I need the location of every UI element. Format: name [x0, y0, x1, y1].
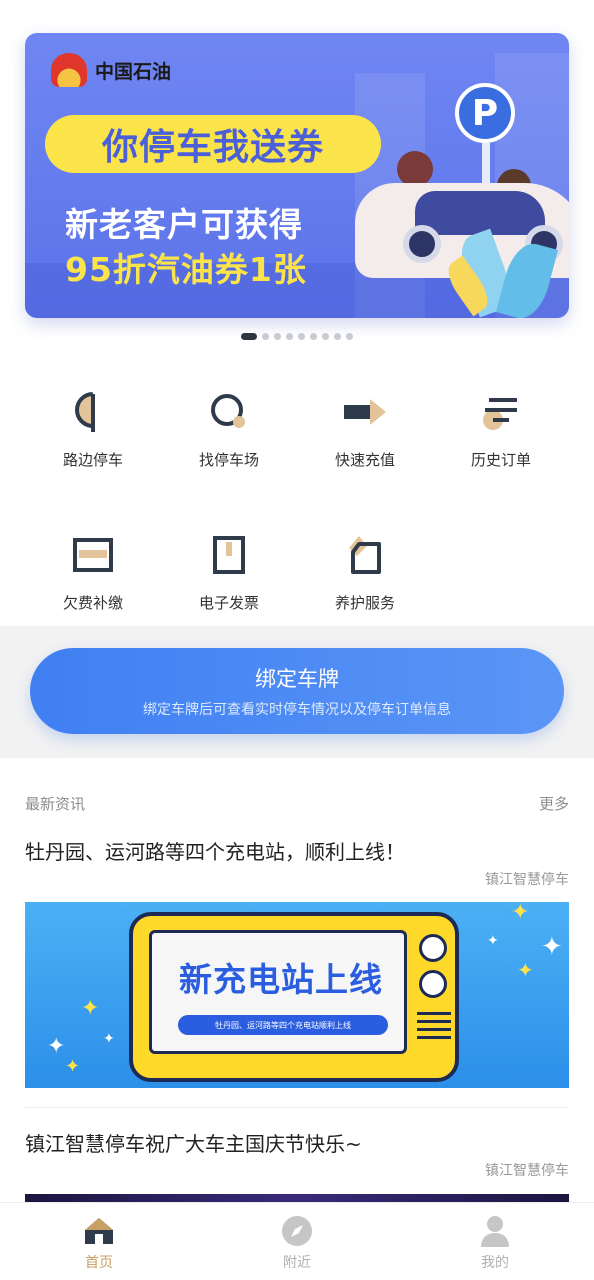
sparkle-icon: ✦ — [81, 996, 100, 1021]
news-header: 最新资讯 更多 — [25, 793, 569, 814]
order-history-icon — [474, 385, 528, 439]
bottom-tab-bar: 首页 附近 我的 — [0, 1202, 594, 1280]
news-more-link[interactable]: 更多 — [539, 793, 569, 814]
sparkle-icon: ✦ — [511, 902, 530, 925]
service-label: 欠费补缴 — [62, 594, 123, 612]
sparkle-icon: ✦ — [47, 1034, 66, 1059]
banner-pagination[interactable] — [0, 333, 594, 340]
quick-recharge-icon — [338, 385, 392, 439]
e-invoice-icon — [202, 528, 256, 582]
petrochina-brand: 中国石油 — [51, 53, 171, 87]
tab-label: 我的 — [481, 1255, 509, 1271]
news-item-title[interactable]: 牡丹园、运河路等四个充电站，顺利上线！ — [25, 836, 405, 865]
tv-knob-icon — [419, 934, 447, 962]
service-roadside-parking[interactable]: 路边停车 — [25, 385, 161, 470]
tab-nearby[interactable]: 附近 — [198, 1203, 396, 1280]
pagination-dot[interactable] — [346, 333, 353, 340]
sparkle-icon: ✦ — [487, 933, 499, 949]
sparkle-icon: ✦ — [65, 1056, 81, 1077]
pagination-dot[interactable] — [262, 333, 269, 340]
home-icon — [82, 1215, 116, 1247]
tab-profile[interactable]: 我的 — [396, 1203, 594, 1280]
news-image-subtitle: 牡丹园、运河路等四个充电站顺利上线 — [178, 1015, 388, 1035]
bind-plate-subtitle: 绑定车牌后可查看实时停车情况以及停车订单信息 — [143, 702, 451, 718]
service-arrears-payment[interactable]: 欠费补缴 — [25, 528, 161, 613]
news-item-source: 镇江智慧停车 — [485, 1163, 569, 1179]
tv-grill — [417, 1020, 451, 1023]
service-grid: 路边停车 找停车场 快速充值 历史订单 欠费补缴 电子发票 养护服务 — [25, 385, 569, 613]
car-wheel-icon — [403, 225, 441, 263]
pagination-dot[interactable] — [322, 333, 329, 340]
pagination-dot[interactable] — [274, 333, 281, 340]
bind-plate-button[interactable]: 绑定车牌 绑定车牌后可查看实时停车情况以及停车订单信息 — [30, 648, 564, 734]
service-label: 电子发票 — [198, 594, 259, 612]
tv-grill — [417, 1012, 451, 1015]
service-quick-recharge[interactable]: 快速充值 — [297, 385, 433, 470]
tab-label: 附近 — [283, 1255, 311, 1271]
app-home-page: 中国石油 你停车我送券 新老客户可获得 95折汽油券1张 P 路边停车 找停车场… — [0, 0, 594, 1280]
sparkle-icon: ✦ — [541, 932, 563, 962]
service-maintenance[interactable]: 养护服务 — [297, 528, 433, 613]
arrears-payment-icon — [66, 528, 120, 582]
tab-label: 首页 — [85, 1255, 113, 1271]
tv-illustration: 新充电站上线 牡丹园、运河路等四个充电站顺利上线 — [129, 912, 459, 1082]
find-parking-icon — [202, 385, 256, 439]
tab-home[interactable]: 首页 — [0, 1203, 198, 1280]
compass-icon — [280, 1215, 314, 1247]
user-icon — [478, 1215, 512, 1247]
service-find-parking[interactable]: 找停车场 — [161, 385, 297, 470]
tv-knob-icon — [419, 970, 447, 998]
pagination-dot[interactable] — [298, 333, 305, 340]
service-order-history[interactable]: 历史订单 — [433, 385, 569, 470]
tv-grill — [417, 1036, 451, 1039]
news-item-title[interactable]: 镇江智慧停车祝广大车主国庆节快乐~ — [25, 1128, 362, 1157]
sparkle-icon: ✦ — [517, 958, 534, 982]
pagination-dot[interactable] — [310, 333, 317, 340]
news-section-title: 最新资讯 — [25, 795, 86, 813]
tv-grill — [417, 1028, 451, 1031]
news-image-title: 新充电站上线 — [179, 960, 383, 999]
service-e-invoice[interactable]: 电子发票 — [161, 528, 297, 613]
pagination-dot-active[interactable] — [241, 333, 257, 340]
news-item-image[interactable]: ✦ ✦ ✦ ✦ ✦ ✦ ✦ ✦ 新充电站上线 牡丹园、运河路等四个充电站顺利上线 — [25, 902, 569, 1088]
bind-plate-section: 绑定车牌 绑定车牌后可查看实时停车情况以及停车订单信息 — [0, 626, 594, 758]
petrochina-logo-icon — [51, 53, 87, 87]
car-window-illustration — [415, 191, 545, 235]
promo-line-2: 95折汽油券1张 — [65, 250, 307, 289]
service-label: 历史订单 — [470, 451, 531, 469]
parking-sign-icon: P — [455, 83, 515, 143]
maintenance-service-icon — [338, 528, 392, 582]
bind-plate-title: 绑定车牌 — [255, 667, 339, 691]
service-label: 养护服务 — [334, 594, 395, 612]
slogan-pill: 你停车我送券 — [45, 115, 381, 173]
brand-name: 中国石油 — [95, 60, 172, 83]
service-label: 快速充值 — [334, 451, 395, 469]
service-label: 找停车场 — [198, 451, 259, 469]
passenger-illustration — [397, 151, 433, 187]
promo-banner[interactable]: 中国石油 你停车我送券 新老客户可获得 95折汽油券1张 P — [25, 33, 569, 318]
tv-screen: 新充电站上线 牡丹园、运河路等四个充电站顺利上线 — [149, 930, 407, 1054]
service-label: 路边停车 — [62, 451, 123, 469]
roadside-parking-icon — [66, 385, 120, 439]
slogan-text: 你停车我送券 — [101, 127, 324, 168]
pagination-dot[interactable] — [286, 333, 293, 340]
news-item-source: 镇江智慧停车 — [485, 872, 569, 888]
pagination-dot[interactable] — [334, 333, 341, 340]
promo-line-1: 新老客户可获得 — [65, 205, 303, 244]
news-divider — [25, 1107, 569, 1108]
sparkle-icon: ✦ — [103, 1031, 115, 1047]
